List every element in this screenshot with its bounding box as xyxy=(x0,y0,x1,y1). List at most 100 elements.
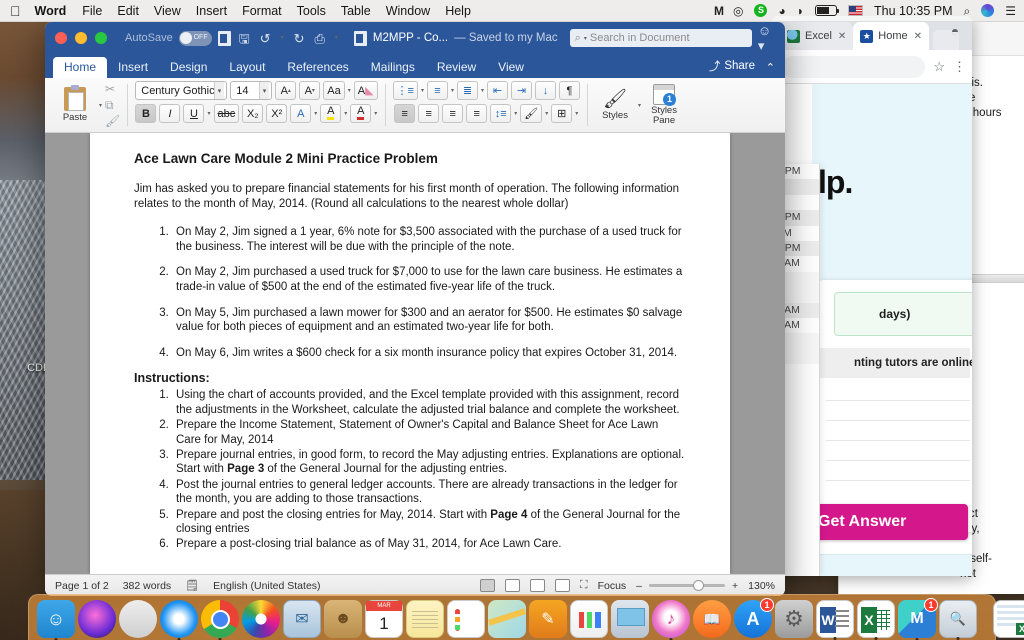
shrink-font-button[interactable]: A ▾ xyxy=(299,81,321,100)
save-icon[interactable]: 🖫 xyxy=(237,32,252,45)
document-icon[interactable] xyxy=(217,30,231,46)
zoom-slider-handle[interactable] xyxy=(693,580,704,591)
menu-item-format[interactable]: Format xyxy=(242,4,282,18)
subscript-button[interactable]: X₂ xyxy=(242,104,264,123)
outline-icon[interactable] xyxy=(529,579,545,592)
document-page[interactable]: Ace Lawn Care Module 2 Mini Practice Pro… xyxy=(90,133,730,574)
smiley-icon[interactable]: ☺▾ xyxy=(758,23,777,54)
share-button[interactable]: ⤴ Share xyxy=(709,58,755,74)
highlight-button[interactable]: A xyxy=(320,104,342,123)
text-effects-button[interactable]: A xyxy=(290,104,312,123)
align-center-icon[interactable]: ≡ xyxy=(418,104,440,123)
ribbon-tab-view[interactable]: View xyxy=(487,57,535,78)
shading-dropdown-icon[interactable]: ▾ xyxy=(545,110,548,117)
undo-dropdown-icon[interactable]: ▾ xyxy=(279,35,286,41)
paste-dropdown-icon[interactable]: ▾ xyxy=(99,102,102,109)
dock-item-mail[interactable] xyxy=(283,600,321,638)
three-dot-menu-icon[interactable]: ⋮ xyxy=(953,59,966,75)
window-traffic-lights[interactable] xyxy=(53,32,107,44)
form-field[interactable] xyxy=(826,426,970,441)
font-size-select[interactable]: 14 ▾ xyxy=(230,81,273,100)
borders-dropdown-icon[interactable]: ▾ xyxy=(575,110,578,117)
styles-dropdown-icon[interactable]: ▾ xyxy=(638,102,641,109)
draft-icon[interactable] xyxy=(554,579,570,592)
redo-icon[interactable]: ↻ xyxy=(292,32,307,45)
strikethrough-button[interactable]: abc xyxy=(213,104,240,123)
font-color-dropdown-icon[interactable]: ▾ xyxy=(374,110,377,117)
zoom-level-label[interactable]: 130% xyxy=(748,580,775,592)
search-in-document-input[interactable]: ⌕ ▾ Search in Document xyxy=(569,29,752,47)
close-window-button[interactable] xyxy=(55,32,67,44)
paintbrush-icon[interactable]: 🖌 xyxy=(105,115,120,127)
autosave-toggle[interactable]: OFF xyxy=(178,30,212,46)
document-name[interactable]: M2MPP - Co... xyxy=(373,32,448,44)
dock-item-app-store[interactable]: 1 xyxy=(734,598,774,638)
focus-label[interactable]: Focus xyxy=(598,580,627,592)
menu-item-file[interactable]: File xyxy=(82,4,102,18)
ribbon-tab-design[interactable]: Design xyxy=(159,57,218,78)
dock-item-chrome[interactable] xyxy=(201,600,239,640)
dock-item-keynote[interactable] xyxy=(611,600,649,638)
circle-icon[interactable]: ◎ xyxy=(733,5,743,17)
address-bar-input[interactable] xyxy=(782,55,926,78)
numbering-dropdown-icon[interactable]: ▾ xyxy=(451,87,454,94)
multilevel-list-icon[interactable]: ≣ xyxy=(457,81,478,100)
highlight-dropdown-icon[interactable]: ▾ xyxy=(344,110,347,117)
chrome-tab-excel[interactable]: Excel ✕ xyxy=(780,22,854,50)
styles-pane-button[interactable]: Styles Pane xyxy=(644,84,684,126)
word-window[interactable]: AutoSave OFF 🖫 ↺ ▾ ↻ ⎙ ▾ M2MPP - Co... —… xyxy=(45,22,785,596)
zoom-in-button[interactable]: + xyxy=(732,580,738,592)
print-layout-icon[interactable] xyxy=(479,579,495,592)
dock-item-siri[interactable] xyxy=(78,600,116,638)
search-icon[interactable]: ⌕ xyxy=(964,5,971,17)
dock-item-numbers[interactable] xyxy=(570,600,608,638)
dock-item-reminders[interactable] xyxy=(447,600,485,638)
justify-icon[interactable]: ≡ xyxy=(466,104,488,123)
line-spacing-icon[interactable]: ↕≡ xyxy=(490,104,512,123)
underline-button[interactable]: U xyxy=(183,104,205,123)
dock-item-itunes[interactable] xyxy=(652,600,690,640)
font-name-select[interactable]: Century Gothic ▾ xyxy=(135,81,228,100)
dock-item-system-preferences[interactable] xyxy=(775,600,813,638)
wifi-icon[interactable]: ◗ xyxy=(797,5,804,17)
dock-item-word[interactable] xyxy=(816,600,854,640)
sort-icon[interactable]: ↓ xyxy=(535,81,557,100)
ribbon-tab-review[interactable]: Review xyxy=(426,57,487,78)
dock-item-calendar[interactable]: MAR 1 xyxy=(365,600,403,638)
proofing-icon[interactable]: 🗒 xyxy=(185,579,199,592)
zoom-slider[interactable] xyxy=(649,580,725,591)
bullet-list-icon[interactable]: ⋮≡ xyxy=(392,81,418,100)
form-field[interactable] xyxy=(826,446,970,461)
battery-icon[interactable] xyxy=(814,5,840,16)
multilevel-dropdown-icon[interactable]: ▾ xyxy=(481,87,484,94)
bookmark-star-icon[interactable]: ☆ xyxy=(933,59,945,75)
green-s-icon[interactable]: S xyxy=(754,4,768,17)
increase-indent-icon[interactable]: ⇥ xyxy=(511,81,533,100)
form-field[interactable] xyxy=(826,386,970,401)
print-icon[interactable]: ⎙ xyxy=(313,32,327,45)
ribbon-tab-home[interactable]: Home xyxy=(53,57,108,78)
copy-icon[interactable]: ⧉ xyxy=(105,99,120,111)
font-color-button[interactable]: A xyxy=(350,104,372,123)
form-field[interactable] xyxy=(826,406,970,421)
undo-icon[interactable]: ↺ xyxy=(258,32,273,45)
menu-item-word[interactable]: Word xyxy=(35,4,67,18)
italic-button[interactable]: I xyxy=(159,104,181,123)
underline-dropdown-icon[interactable]: ▾ xyxy=(207,110,210,117)
dropbox-icon[interactable]: ◕ xyxy=(778,5,785,17)
maximize-window-button[interactable] xyxy=(95,32,107,44)
chrome-tab-home[interactable]: Home ✕ xyxy=(853,22,930,50)
us-flag-icon[interactable] xyxy=(847,5,863,16)
clock[interactable]: Thu 10:35 PM xyxy=(874,4,953,18)
menu-item-help[interactable]: Help xyxy=(445,4,471,18)
ribbon-tab-layout[interactable]: Layout xyxy=(218,57,276,78)
decrease-indent-icon[interactable]: ⇤ xyxy=(487,81,509,100)
superscript-button[interactable]: X² xyxy=(266,104,288,123)
language-label[interactable]: English (United States) xyxy=(213,580,320,592)
ribbon-tab-insert[interactable]: Insert xyxy=(107,57,159,78)
align-right-icon[interactable]: ≡ xyxy=(442,104,464,123)
control-center-icon[interactable]: ☰ xyxy=(1005,5,1016,17)
menu-item-insert[interactable]: Insert xyxy=(196,4,227,18)
menu-item-tools[interactable]: Tools xyxy=(297,4,326,18)
text-effects-dropdown-icon[interactable]: ▾ xyxy=(314,110,317,117)
